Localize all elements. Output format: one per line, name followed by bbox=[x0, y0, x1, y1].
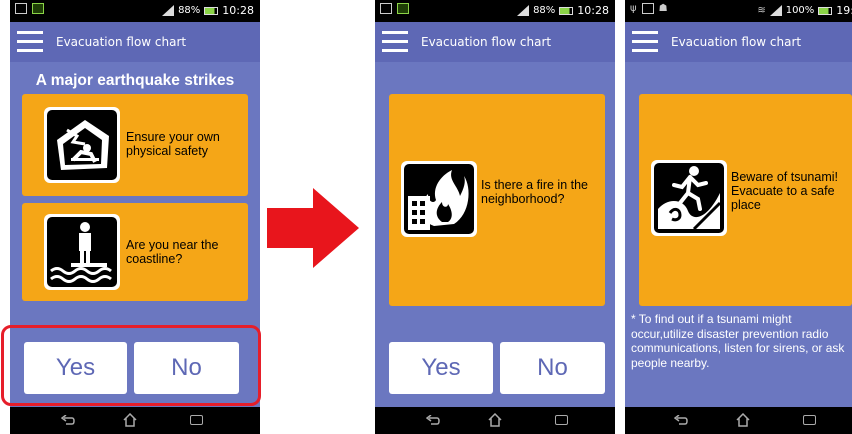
back-icon[interactable] bbox=[426, 415, 440, 425]
app-title: Evacuation flow chart bbox=[56, 35, 187, 49]
arrow-right-icon bbox=[267, 188, 359, 268]
battery-icon bbox=[204, 6, 219, 15]
usb-icon: ψ bbox=[630, 3, 637, 14]
home-icon[interactable] bbox=[488, 413, 502, 427]
card-text: Beware of tsunami! Evacuate to a safe pl… bbox=[731, 170, 838, 212]
recent-apps-icon[interactable] bbox=[555, 415, 568, 425]
recent-apps-icon[interactable] bbox=[803, 415, 816, 425]
page-heading: A major earthquake strikes bbox=[35, 72, 235, 89]
back-icon[interactable] bbox=[674, 415, 688, 425]
home-icon[interactable] bbox=[736, 413, 750, 427]
wifi-icon: ≋ bbox=[757, 5, 766, 16]
recent-apps-icon[interactable] bbox=[190, 415, 203, 425]
phone-screen-fire: 88% 10:28 Evacuation flow chart Is there… bbox=[375, 0, 615, 434]
fire-building-icon bbox=[401, 161, 477, 237]
battery-percent: 88% bbox=[533, 5, 556, 16]
status-time: 10:28 bbox=[577, 4, 609, 17]
hamburger-menu-icon[interactable] bbox=[632, 31, 658, 53]
app-bar: Evacuation flow chart bbox=[375, 22, 615, 62]
image-notification-icon bbox=[380, 3, 392, 14]
navigation-bar bbox=[375, 407, 615, 434]
card-text: Are you near the coastline? bbox=[126, 238, 219, 266]
status-time: 10:28 bbox=[222, 4, 254, 17]
yes-button[interactable]: Yes bbox=[389, 342, 493, 394]
battery-percent: 100% bbox=[785, 5, 815, 16]
card-tsunami: Beware of tsunami! Evacuate to a safe pl… bbox=[639, 94, 852, 306]
signal-icon bbox=[769, 5, 782, 16]
card-coastline: Are you near the coastline? bbox=[22, 203, 248, 301]
no-button[interactable]: No bbox=[500, 342, 605, 394]
tsunami-note: * To find out if a tsunami might occur,u… bbox=[631, 312, 845, 370]
status-bar: ψ ☗ ≋ 100% 19: bbox=[625, 0, 852, 22]
card-physical-safety: Ensure your own physical safety bbox=[22, 94, 248, 196]
signal-icon bbox=[162, 5, 175, 16]
android-icon: ☗ bbox=[658, 3, 668, 14]
card-text: Is there a fire in the neighborhood? bbox=[481, 178, 589, 206]
battery-icon bbox=[559, 6, 574, 15]
navigation-bar bbox=[625, 407, 852, 434]
back-icon[interactable] bbox=[61, 415, 75, 425]
image-notification-icon bbox=[15, 3, 27, 14]
app-title: Evacuation flow chart bbox=[671, 35, 802, 49]
hamburger-menu-icon[interactable] bbox=[17, 31, 43, 53]
collapsing-house-icon bbox=[44, 107, 120, 183]
tsunami-run-icon bbox=[651, 160, 727, 236]
app-notification-icon bbox=[397, 3, 409, 14]
status-bar: 88% 10:28 bbox=[10, 0, 260, 22]
status-bar: 88% 10:28 bbox=[375, 0, 615, 22]
coastline-person-icon bbox=[44, 214, 120, 290]
highlight-box bbox=[1, 325, 261, 406]
card-fire: Is there a fire in the neighborhood? bbox=[389, 94, 605, 306]
app-bar: Evacuation flow chart bbox=[625, 22, 852, 62]
status-time: 19: bbox=[836, 4, 852, 17]
phone-screen-tsunami: ψ ☗ ≋ 100% 19: Evacuation flow chart B bbox=[625, 0, 852, 434]
app-bar: Evacuation flow chart bbox=[10, 22, 260, 62]
hamburger-menu-icon[interactable] bbox=[382, 31, 408, 53]
battery-icon bbox=[818, 6, 833, 15]
image-notification-icon bbox=[641, 3, 654, 14]
battery-percent: 88% bbox=[178, 5, 201, 16]
navigation-bar bbox=[10, 407, 260, 434]
card-text: Ensure your own physical safety bbox=[126, 130, 220, 158]
signal-icon bbox=[517, 5, 530, 16]
app-title: Evacuation flow chart bbox=[421, 35, 552, 49]
home-icon[interactable] bbox=[123, 413, 137, 427]
app-notification-icon bbox=[32, 3, 44, 14]
